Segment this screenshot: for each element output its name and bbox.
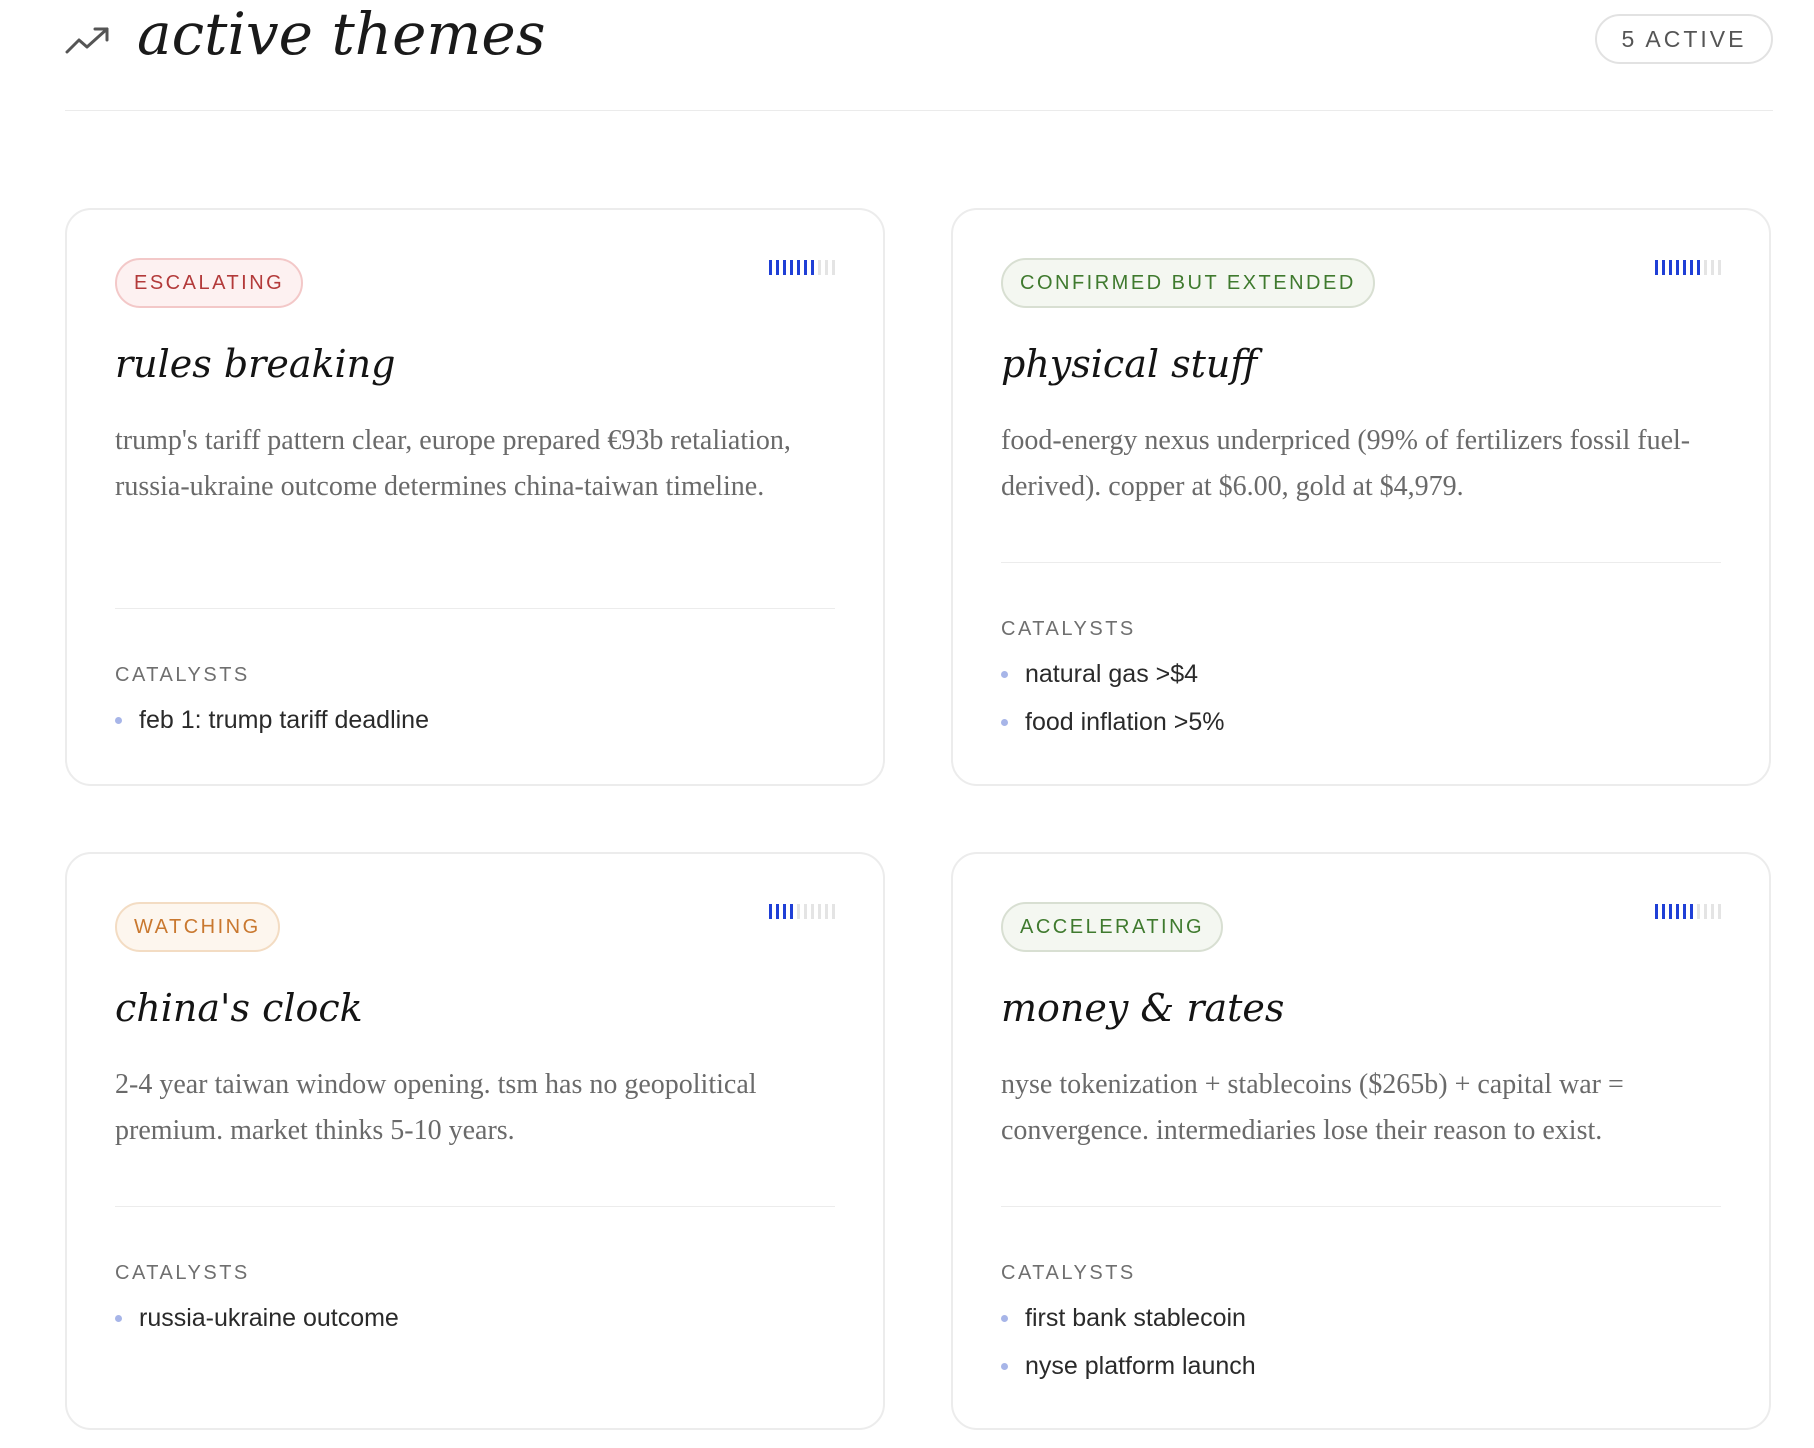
meter-bar-empty <box>1697 904 1700 919</box>
bullet-dot-icon <box>115 1315 122 1322</box>
catalysts-list: natural gas >$4 food inflation >5% <box>1001 650 1224 746</box>
status-badge: ACCELERATING <box>1001 902 1224 952</box>
meter-bar-filled <box>811 260 814 275</box>
bullet-dot-icon <box>1001 1315 1008 1322</box>
status-badge: CONFIRMED BUT EXTENDED <box>1001 258 1375 308</box>
card-divider <box>115 1206 835 1207</box>
catalysts-list: russia-ukraine outcome <box>115 1294 399 1342</box>
meter-bar-filled <box>1662 260 1665 275</box>
status-badge: ESCALATING <box>115 258 304 308</box>
meter-bar-filled <box>790 260 793 275</box>
catalyst-text: natural gas >$4 <box>1025 660 1199 688</box>
theme-card-money-rates[interactable]: ACCELERATING money & rates nyse tokeniza… <box>951 852 1771 1430</box>
card-divider <box>1001 1206 1721 1207</box>
meter-bar-filled <box>776 904 779 919</box>
catalyst-item: food inflation >5% <box>1001 698 1224 746</box>
meter-bar-empty <box>1718 904 1721 919</box>
catalyst-text: russia-ukraine outcome <box>139 1304 399 1332</box>
catalyst-text: nyse platform launch <box>1025 1352 1256 1380</box>
theme-description: trump's tariff pattern clear, europe pre… <box>115 425 791 502</box>
meter-bar-filled <box>776 260 779 275</box>
theme-title: money & rates <box>1001 986 1285 1030</box>
card-divider <box>1001 562 1721 563</box>
theme-description: food-energy nexus underpriced (99% of fe… <box>1001 425 1691 502</box>
conviction-meter <box>1655 260 1721 275</box>
meter-bar-filled <box>1669 260 1672 275</box>
active-count-badge: 5 ACTIVE <box>1595 14 1773 64</box>
meter-bar-filled <box>804 260 807 275</box>
meter-bar-empty <box>804 904 807 919</box>
theme-card-chinas-clock[interactable]: WATCHING china's clock 2-4 year taiwan w… <box>65 852 885 1430</box>
theme-card-physical-stuff[interactable]: CONFIRMED BUT EXTENDED physical stuff fo… <box>951 208 1771 786</box>
meter-bar-filled <box>1655 904 1658 919</box>
theme-description: nyse tokenization + stablecoins ($265b) … <box>1001 1069 1624 1146</box>
meter-bar-filled <box>769 260 772 275</box>
meter-bar-filled <box>1676 260 1679 275</box>
theme-title: physical stuff <box>1001 342 1258 386</box>
meter-bar-empty <box>825 260 828 275</box>
meter-bar-empty <box>825 904 828 919</box>
status-badge: WATCHING <box>115 902 280 952</box>
conviction-meter <box>1655 904 1721 919</box>
meter-bar-filled <box>1697 260 1700 275</box>
meter-bar-empty <box>1718 260 1721 275</box>
meter-bar-filled <box>1662 904 1665 919</box>
theme-title: china's clock <box>115 986 363 1030</box>
meter-bar-empty <box>1704 904 1707 919</box>
meter-bar-filled <box>797 260 800 275</box>
catalyst-item: natural gas >$4 <box>1001 650 1224 698</box>
meter-bar-filled <box>1669 904 1672 919</box>
card-divider <box>115 608 835 609</box>
conviction-meter <box>769 260 835 275</box>
themes-header: active themes 5 ACTIVE <box>65 0 1773 111</box>
catalyst-text: food inflation >5% <box>1025 708 1225 736</box>
theme-title: rules breaking <box>115 342 396 386</box>
meter-bar-empty <box>832 260 835 275</box>
meter-bar-filled <box>1690 260 1693 275</box>
theme-description: 2-4 year taiwan window opening. tsm has … <box>115 1069 757 1146</box>
meter-bar-empty <box>1711 260 1714 275</box>
meter-bar-filled <box>783 904 786 919</box>
bullet-dot-icon <box>1001 719 1008 726</box>
meter-bar-filled <box>769 904 772 919</box>
meter-bar-filled <box>1676 904 1679 919</box>
catalyst-item: feb 1: trump tariff deadline <box>115 696 429 744</box>
meter-bar-filled <box>1683 260 1686 275</box>
catalysts-label: CATALYSTS <box>115 1262 250 1284</box>
catalyst-item: first bank stablecoin <box>1001 1294 1256 1342</box>
bullet-dot-icon <box>1001 671 1008 678</box>
meter-bar-empty <box>797 904 800 919</box>
meter-bar-empty <box>811 904 814 919</box>
conviction-meter <box>769 904 835 919</box>
meter-bar-empty <box>832 904 835 919</box>
catalyst-item: nyse platform launch <box>1001 1342 1256 1390</box>
catalysts-label: CATALYSTS <box>115 664 250 686</box>
catalyst-text: first bank stablecoin <box>1025 1304 1246 1332</box>
catalyst-text: feb 1: trump tariff deadline <box>139 706 429 734</box>
meter-bar-empty <box>1711 904 1714 919</box>
meter-bar-filled <box>1683 904 1686 919</box>
meter-bar-filled <box>1655 260 1658 275</box>
meter-bar-empty <box>1704 260 1707 275</box>
bullet-dot-icon <box>115 717 122 724</box>
trending-up-icon <box>65 27 109 54</box>
bullet-dot-icon <box>1001 1363 1008 1370</box>
theme-card-rules-breaking[interactable]: ESCALATING rules breaking trump's tariff… <box>65 208 885 786</box>
meter-bar-filled <box>790 904 793 919</box>
meter-bar-empty <box>818 260 821 275</box>
meter-bar-filled <box>1690 904 1693 919</box>
catalysts-label: CATALYSTS <box>1001 618 1136 640</box>
catalysts-list: first bank stablecoin nyse platform laun… <box>1001 1294 1256 1390</box>
catalyst-item: russia-ukraine outcome <box>115 1294 399 1342</box>
page-title: active themes <box>137 0 546 68</box>
meter-bar-filled <box>783 260 786 275</box>
meter-bar-empty <box>818 904 821 919</box>
catalysts-list: feb 1: trump tariff deadline <box>115 696 429 744</box>
catalysts-label: CATALYSTS <box>1001 1262 1136 1284</box>
